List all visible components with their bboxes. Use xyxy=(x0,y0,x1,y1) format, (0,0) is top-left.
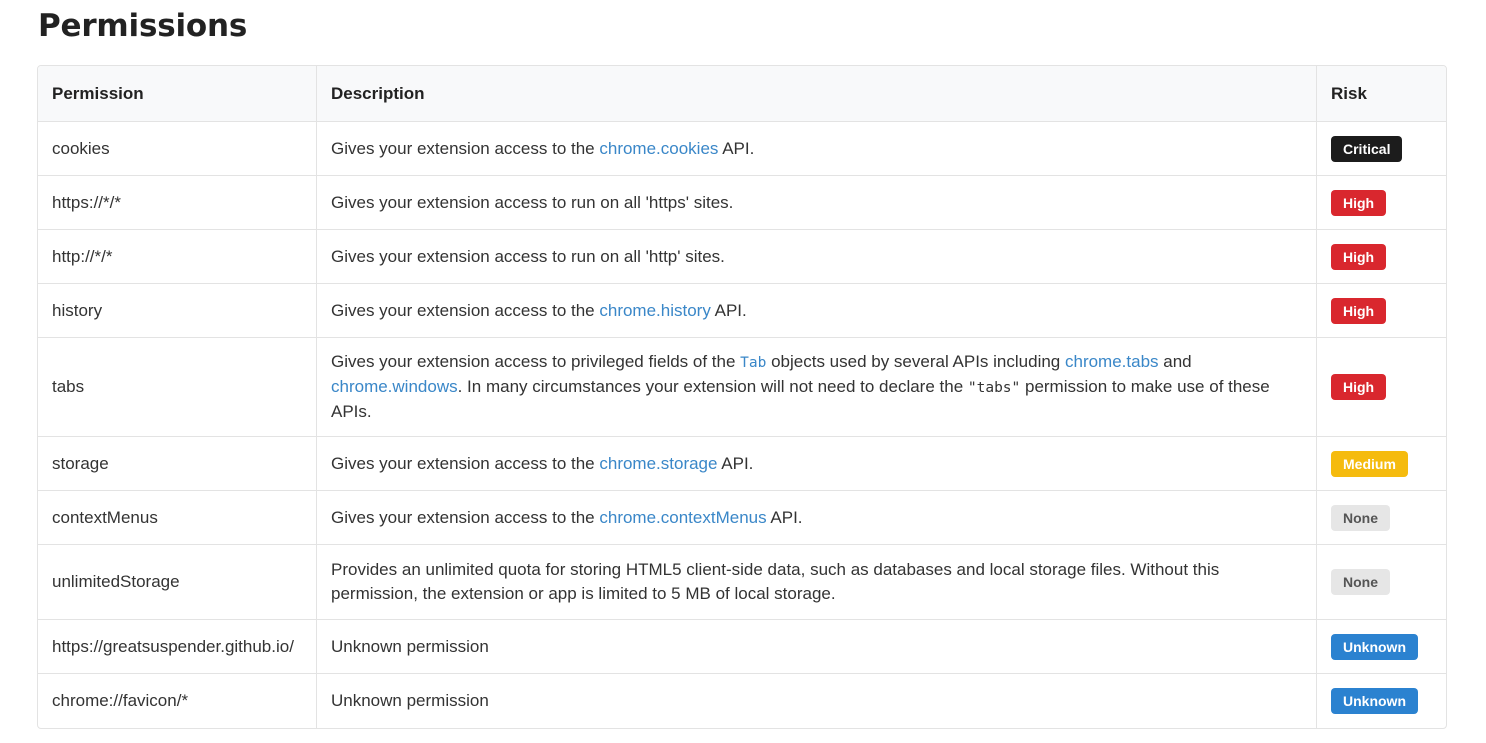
permission-description: Gives your extension access to the chrom… xyxy=(316,491,1316,545)
permission-name: chrome://favicon/* xyxy=(52,691,189,710)
description-text: Gives your extension access to run on al… xyxy=(331,246,725,266)
description-text: objects used by several APIs including xyxy=(766,352,1065,371)
permission-description: Gives your extension access to the chrom… xyxy=(316,437,1316,491)
risk-badge: Unknown xyxy=(1331,688,1418,714)
api-doc-link[interactable]: chrome.storage xyxy=(599,454,717,473)
api-doc-link[interactable]: chrome.contextMenus xyxy=(599,508,766,527)
permissions-table-body: cookies Gives your extension access to th… xyxy=(38,122,1446,728)
risk-cell: High xyxy=(1316,284,1446,338)
table-row: unlimitedStorage Provides an unlimited qu… xyxy=(38,545,1446,620)
description-text: Unknown permission xyxy=(331,691,489,710)
risk-badge: None xyxy=(1331,569,1390,595)
table-row: chrome://favicon/* Unknown permission Unkn… xyxy=(38,674,1446,728)
risk-cell: Medium xyxy=(1316,437,1446,491)
risk-badge: High xyxy=(1331,243,1387,270)
table-row: https://*/* Gives your extension access t… xyxy=(38,176,1446,230)
page-title: Permissions xyxy=(38,8,248,44)
risk-cell: None xyxy=(1316,491,1446,545)
table-row: contextMenus Gives your extension access … xyxy=(38,491,1446,545)
description-text: Gives your extension access to privilege… xyxy=(331,352,741,371)
permission-name: tabs xyxy=(38,338,316,437)
permission-description: Gives your extension access to the chrom… xyxy=(316,122,1316,176)
permission-name: unlimitedStorage xyxy=(38,545,316,620)
description-text: API. xyxy=(710,300,747,320)
risk-badge: High xyxy=(1331,297,1387,324)
column-header-risk: Risk xyxy=(1316,66,1446,122)
description-text: API. xyxy=(718,138,755,158)
description-text: Gives your extension access to the xyxy=(331,138,600,158)
description-text: Unknown permission xyxy=(331,636,489,656)
api-doc-link[interactable]: chrome.history xyxy=(599,301,710,320)
column-header-description: Description xyxy=(316,66,1316,122)
risk-cell: None xyxy=(1316,545,1446,620)
description-text: API. xyxy=(717,453,754,473)
permission-name: history xyxy=(38,284,316,338)
description-text: Gives your extension access to the xyxy=(331,300,600,320)
table-header-row: Permission Description Risk xyxy=(38,66,1446,122)
permission-description: Gives your extension access to run on al… xyxy=(316,230,1316,284)
risk-cell: Unknown xyxy=(1316,620,1446,674)
risk-cell: High xyxy=(1316,338,1446,437)
permissions-table: Permission Description Risk cookies Gives… xyxy=(37,65,1447,729)
risk-badge: None xyxy=(1331,504,1390,531)
permission-name: https://*/* xyxy=(38,176,316,230)
description-text: and xyxy=(1158,352,1192,371)
inline-code: Tab xyxy=(740,355,767,371)
permission-description: Gives your extension access to privilege… xyxy=(316,338,1316,437)
permission-name: storage xyxy=(38,437,316,491)
column-header-permission: Permission xyxy=(38,66,316,122)
permission-name: http://*/* xyxy=(38,230,316,284)
description-text: Gives your extension access to run on al… xyxy=(331,192,734,212)
risk-cell: High xyxy=(1316,230,1446,284)
description-text: Provides an unlimited quota for storing … xyxy=(331,560,1220,603)
risk-badge: High xyxy=(1331,189,1387,216)
api-doc-link[interactable]: chrome.tabs xyxy=(1065,352,1159,371)
permission-description: Gives your extension access to run on al… xyxy=(316,176,1316,230)
description-text: . In many circumstances your extension w… xyxy=(457,377,968,396)
api-doc-link[interactable]: chrome.cookies xyxy=(599,139,718,158)
risk-badge: Medium xyxy=(1331,450,1408,477)
permission-name: https://greatsuspender.github.io/ xyxy=(38,620,316,674)
table-row: storage Gives your extension access to th… xyxy=(38,437,1446,491)
table-row: history Gives your extension access to th… xyxy=(38,284,1446,338)
risk-cell: Critical xyxy=(1316,122,1446,176)
risk-badge: High xyxy=(1331,374,1387,400)
table-row: tabs Gives your extension access to privi… xyxy=(38,338,1446,437)
api-doc-link[interactable]: Tab xyxy=(740,352,766,371)
permission-description: Gives your extension access to the chrom… xyxy=(316,284,1316,338)
risk-cell: High xyxy=(1316,176,1446,230)
risk-cell: Unknown xyxy=(1316,674,1446,728)
permission-name: cookies xyxy=(38,122,316,176)
inline-code: "tabs" xyxy=(967,380,1021,396)
api-doc-link[interactable]: chrome.windows xyxy=(331,377,458,396)
table-row: cookies Gives your extension access to th… xyxy=(38,122,1446,176)
permission-description: Unknown permission xyxy=(316,674,1316,728)
permission-name: contextMenus xyxy=(38,491,316,545)
table-row: https://greatsuspender.github.io/Unknown… xyxy=(38,620,1446,674)
description-text: Gives your extension access to the xyxy=(331,453,600,473)
description-text: Gives your extension access to the xyxy=(331,507,600,527)
risk-badge: Critical xyxy=(1331,135,1403,162)
permission-description: Provides an unlimited quota for storing … xyxy=(316,545,1316,620)
permission-description: Unknown permission xyxy=(316,620,1316,674)
risk-badge: Unknown xyxy=(1331,633,1418,660)
description-text: API. xyxy=(766,507,803,527)
table-row: http://*/* Gives your extension access to… xyxy=(38,230,1446,284)
